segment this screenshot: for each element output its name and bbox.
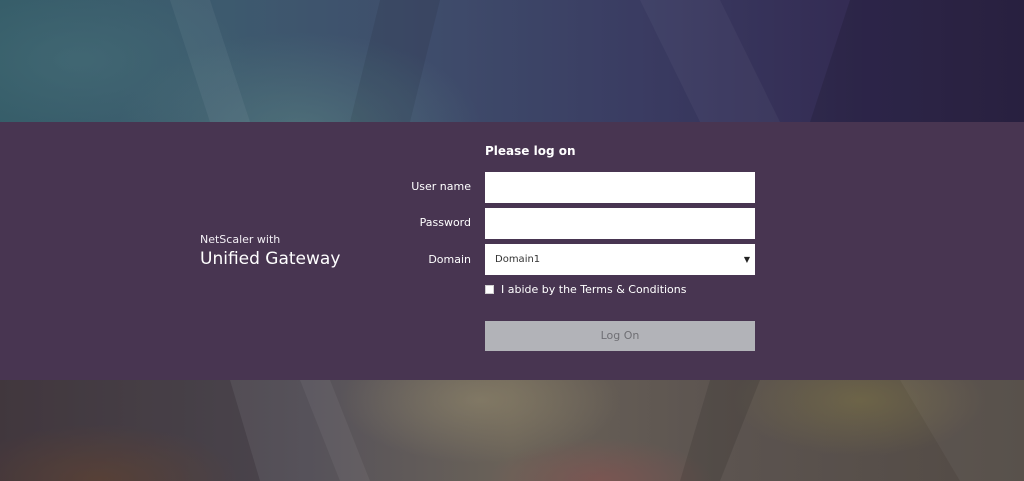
domain-selected-value: Domain1 [495, 254, 541, 265]
brand-block: NetScaler with Unified Gateway [200, 233, 340, 270]
brand-subtitle: NetScaler with [200, 233, 281, 246]
login-page: NetScaler with Unified Gateway Please lo… [0, 0, 1024, 481]
terms-label[interactable]: I abide by the Terms & Conditions [501, 283, 687, 296]
form-title: Please log on [485, 144, 576, 158]
domain-select[interactable]: Domain1 ▼ [485, 244, 755, 275]
domain-label: Domain [428, 253, 471, 266]
password-label: Password [419, 216, 471, 229]
logon-button[interactable]: Log On [485, 321, 755, 351]
brand-title: Unified Gateway [200, 249, 341, 269]
background-bottom [0, 380, 1024, 481]
username-label: User name [411, 180, 471, 193]
caret-down-icon: ▼ [743, 255, 750, 264]
username-input[interactable] [485, 172, 755, 203]
terms-checkbox[interactable] [485, 284, 494, 294]
login-band: NetScaler with Unified Gateway Please lo… [0, 122, 1024, 380]
password-input[interactable] [485, 208, 755, 239]
terms-row: I abide by the Terms & Conditions [485, 282, 687, 296]
background-top [0, 0, 1024, 122]
